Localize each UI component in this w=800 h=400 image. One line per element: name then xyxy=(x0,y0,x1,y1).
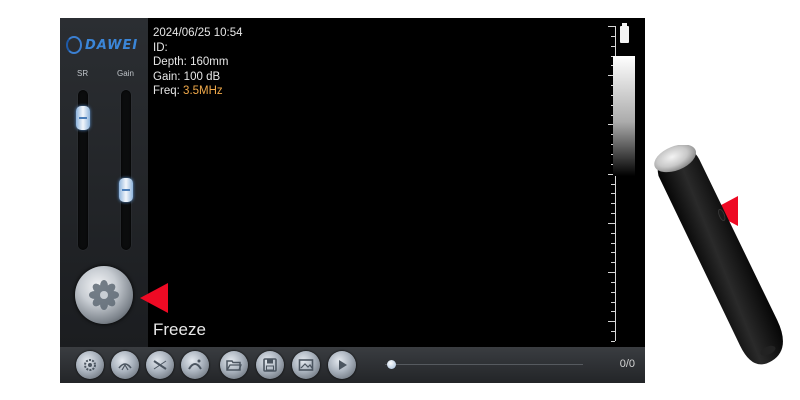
depth-scale-tick xyxy=(611,232,615,234)
open-folder-button[interactable] xyxy=(220,351,248,379)
brand-name: DAWEI xyxy=(85,37,139,53)
convex-probe-button[interactable] xyxy=(181,351,209,379)
ultrasound-probe xyxy=(654,145,783,365)
depth-scale-tick xyxy=(608,26,615,27)
depth-scale-tick xyxy=(611,341,615,342)
depth-scale-tick xyxy=(611,213,615,215)
depth-scale-tick xyxy=(611,45,615,47)
frame-counter: 0/0 xyxy=(619,358,635,370)
depth-scale-tick xyxy=(611,203,615,205)
probe-mode-icon xyxy=(118,363,132,371)
depth-scale-tick xyxy=(611,242,615,244)
image-icon xyxy=(298,359,314,371)
linear-probe-icon xyxy=(153,360,167,370)
linear-probe-button[interactable] xyxy=(146,351,174,379)
playback-progress-track[interactable] xyxy=(385,364,583,365)
depth-scale-tick xyxy=(611,35,615,37)
depth-scale-tick xyxy=(611,193,615,195)
save-icon xyxy=(263,358,277,372)
open-folder-icon xyxy=(226,360,242,371)
depth-scale-tick xyxy=(611,262,615,264)
convex-probe-icon xyxy=(188,359,202,370)
depth-scale-tick xyxy=(611,311,615,313)
freeze-pointer-arrow xyxy=(140,283,168,313)
frequency-row: Freq: 3.5MHz xyxy=(153,84,243,99)
gain-text: Gain: 100 dB xyxy=(153,70,221,83)
depth-text: Depth: 160mm xyxy=(153,56,229,68)
freeze-snowflake-icon xyxy=(89,280,119,310)
ultrasound-screen: DAWEI SR Gain 2024/06/25 10:54 ID: Depth… xyxy=(60,18,645,383)
battery-icon xyxy=(620,23,629,43)
freeze-status-text: Freeze xyxy=(153,320,206,339)
sr-slider-label: SR xyxy=(77,69,89,78)
depth-scale-tick xyxy=(611,252,615,254)
freeze-button[interactable] xyxy=(75,266,133,324)
settings-icon xyxy=(84,359,96,371)
depth-scale-tick xyxy=(611,291,615,293)
depth-scale-tick xyxy=(608,222,615,224)
gain-slider-label: Gain xyxy=(117,69,134,78)
probe-mode-button[interactable] xyxy=(111,351,139,379)
depth-scale-tick xyxy=(611,183,615,185)
gain-slider[interactable] xyxy=(119,90,133,250)
depth-scale-tick xyxy=(611,281,615,283)
depth-scale-tick xyxy=(608,272,615,274)
brand-mark-icon xyxy=(66,36,82,54)
grayscale-bar xyxy=(613,56,635,176)
frequency-value: 3.5MHz xyxy=(183,85,223,97)
image-review-button[interactable] xyxy=(292,351,320,379)
depth-scale-tick xyxy=(611,331,615,333)
control-panel: DAWEI SR Gain xyxy=(60,18,148,347)
play-icon xyxy=(339,360,347,370)
frequency-label: Freq: xyxy=(153,85,180,97)
save-button[interactable] xyxy=(256,351,284,379)
bottom-toolbar: 0/0 xyxy=(60,347,645,383)
patient-id-text: ID: xyxy=(153,41,168,54)
scan-info: 2024/06/25 10:54 ID: Depth: 160mm Gain: … xyxy=(153,26,243,99)
depth-scale-tick xyxy=(611,301,615,303)
play-button[interactable] xyxy=(328,351,356,379)
depth-scale-tick xyxy=(608,321,615,323)
gain-slider-thumb[interactable] xyxy=(119,178,133,203)
sr-slider-thumb[interactable] xyxy=(76,106,90,131)
sr-slider[interactable] xyxy=(76,90,90,250)
playback-progress-thumb[interactable] xyxy=(387,360,396,369)
brand-logo: DAWEI xyxy=(66,34,144,56)
datetime-text: 2024/06/25 10:54 xyxy=(153,27,243,39)
settings-button[interactable] xyxy=(76,351,104,379)
